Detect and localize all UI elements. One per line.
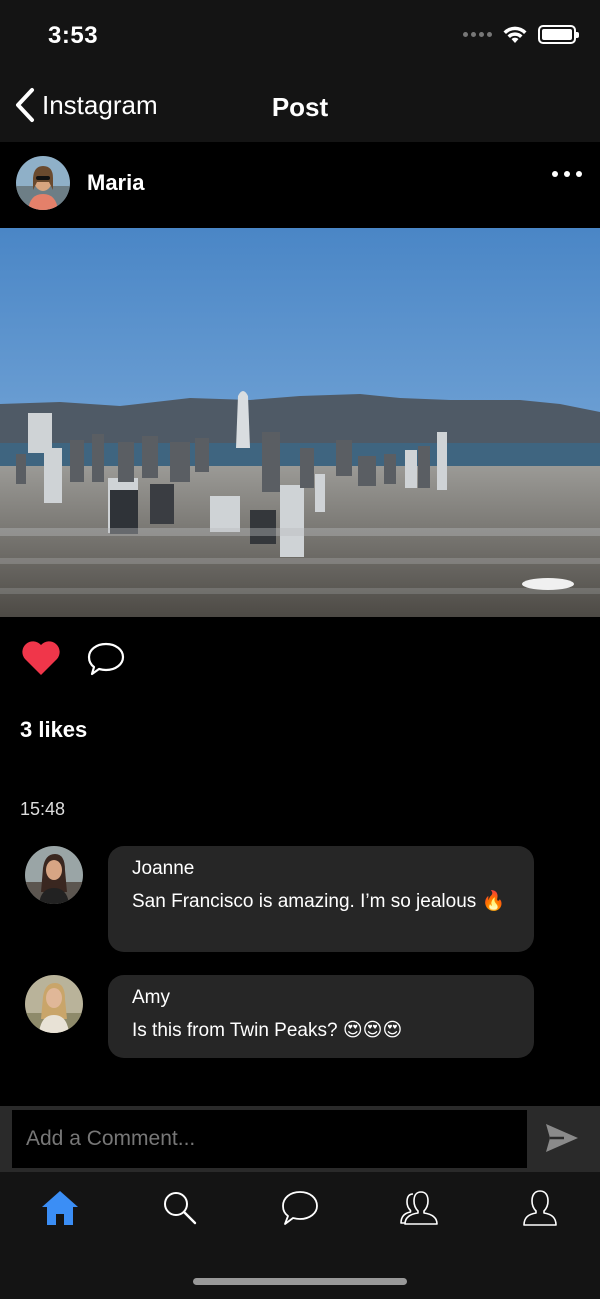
back-label: Instagram (42, 89, 158, 120)
status-bar: 3:53 (0, 0, 600, 70)
status-icons (463, 24, 579, 44)
author-avatar-image (16, 156, 70, 210)
search-icon (164, 1192, 197, 1225)
signal-icon (463, 31, 492, 37)
friends-icon (400, 1191, 438, 1225)
tab-profile[interactable] (510, 1186, 570, 1230)
commenter-avatar[interactable] (25, 975, 83, 1033)
likes-count[interactable]: 3 likes (20, 717, 87, 743)
comment-button[interactable] (86, 641, 126, 682)
comment-bubble: Joanne San Francisco is amazing. I’m so … (108, 846, 534, 952)
commenter-avatar-image (25, 846, 83, 904)
comment-author[interactable]: Joanne (132, 858, 510, 880)
heart-icon (22, 641, 60, 675)
tab-home[interactable] (30, 1186, 90, 1230)
comment-composer (0, 1106, 600, 1172)
navigation-bar: Instagram Post (0, 70, 600, 142)
home-icon (42, 1191, 78, 1225)
like-button[interactable] (20, 639, 62, 682)
commenter-avatar-image (25, 975, 83, 1033)
post-header: Maria (0, 142, 600, 227)
tab-search[interactable] (150, 1186, 210, 1230)
commenter-avatar[interactable] (25, 846, 83, 904)
more-icon (552, 171, 558, 177)
back-button[interactable]: Instagram (14, 87, 158, 123)
comment-text: San Francisco is amazing. I’m so jealous… (132, 891, 506, 912)
wifi-icon (503, 26, 527, 43)
battery-icon (538, 24, 579, 44)
comment-bubble: Amy Is this from Twin Peaks? 😍😍😍 (108, 975, 534, 1058)
author-avatar[interactable] (16, 156, 70, 210)
post-actions (0, 617, 600, 697)
comment-text: Is this from Twin Peaks? 😍😍😍 (132, 1020, 403, 1041)
comment-icon (87, 642, 125, 676)
chat-icon (282, 1191, 318, 1225)
tab-friends[interactable] (390, 1186, 450, 1230)
status-time: 3:53 (48, 22, 99, 49)
comment-author[interactable]: Amy (132, 987, 510, 1009)
send-button[interactable] (544, 1120, 580, 1161)
back-chevron-icon (16, 88, 34, 122)
tab-messages[interactable] (270, 1186, 330, 1230)
send-icon (546, 1124, 578, 1152)
author-name[interactable]: Maria (87, 170, 144, 196)
comment-input[interactable] (12, 1110, 527, 1168)
more-options-button[interactable] (552, 164, 582, 184)
tab-bar (0, 1172, 600, 1299)
home-indicator[interactable] (193, 1278, 407, 1285)
post-timestamp: 15:48 (20, 799, 66, 819)
profile-icon (523, 1190, 557, 1226)
post-image[interactable] (0, 228, 600, 617)
post-photo (0, 228, 600, 617)
